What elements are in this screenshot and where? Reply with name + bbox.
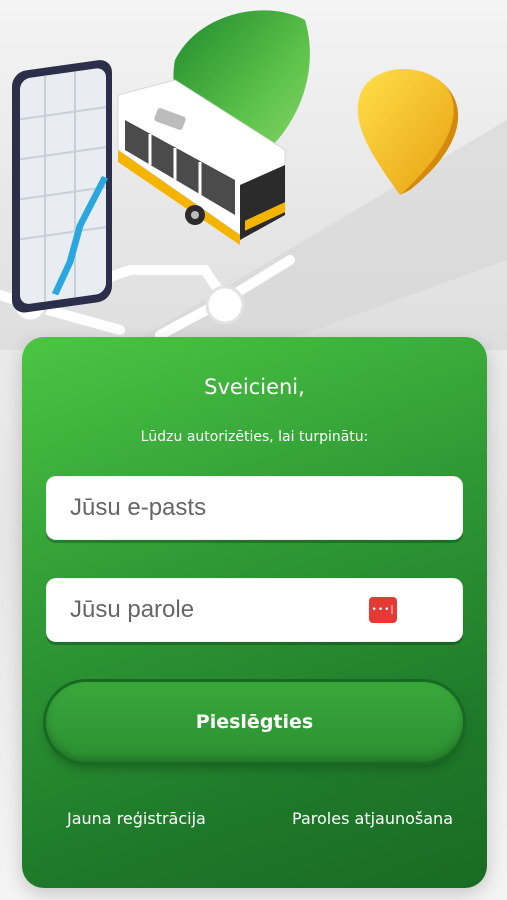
login-subtitle: Lūdzu autorizēties, lai turpinātu: xyxy=(140,429,369,445)
password-field[interactable] xyxy=(46,578,463,642)
password-dots-icon[interactable]: •••| xyxy=(369,597,397,623)
login-card: Sveicieni, Lūdzu autorizēties, lai turpi… xyxy=(22,337,487,888)
password-field-wrapper: •••| xyxy=(46,578,463,642)
login-button[interactable]: Pieslēgties xyxy=(46,682,463,762)
hero-illustration xyxy=(0,0,507,350)
greeting-heading: Sveicieni, xyxy=(204,375,305,399)
register-link[interactable]: Jauna reģistrācija xyxy=(67,809,206,828)
phone-illustration xyxy=(12,60,112,313)
email-field[interactable] xyxy=(46,476,463,540)
email-field-wrapper xyxy=(46,476,463,540)
password-reset-link[interactable]: Paroles atjaunošana xyxy=(292,809,453,828)
